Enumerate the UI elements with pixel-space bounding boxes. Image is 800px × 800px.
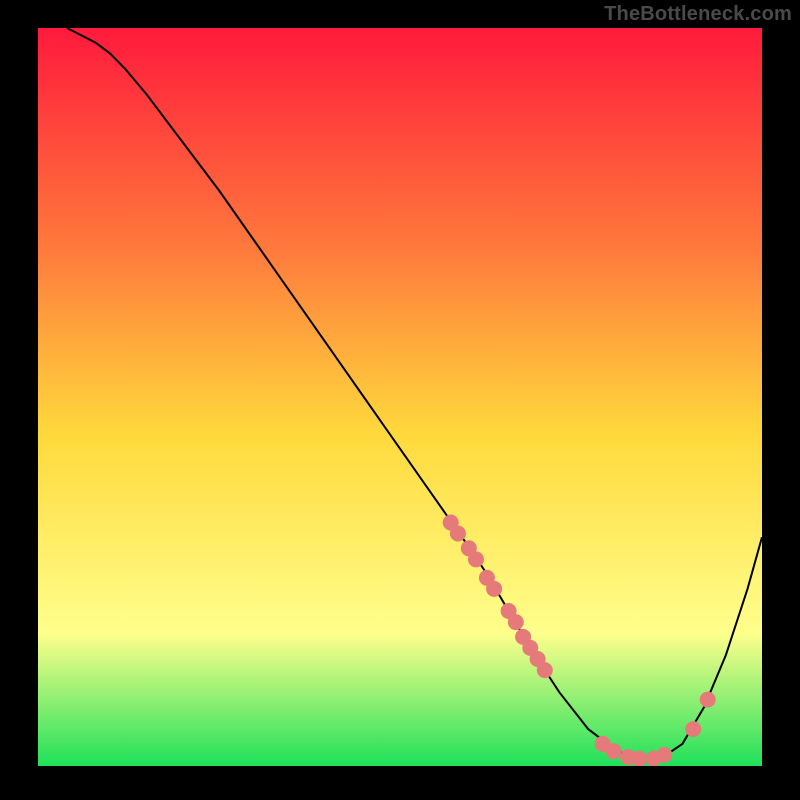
chart-marker [606,743,622,759]
chart-marker [537,662,553,678]
bottleneck-plot [38,28,762,766]
chart-marker [700,692,716,708]
watermark-text: TheBottleneck.com [604,3,792,26]
plot-svg [38,28,762,766]
chart-marker [685,721,701,737]
gradient-bg [38,28,762,766]
chart-marker [450,526,466,542]
chart-marker [486,581,502,597]
chart-marker [631,751,647,766]
chart-marker [468,551,484,567]
chart-marker [508,614,524,630]
chart-frame: TheBottleneck.com [0,0,800,800]
chart-marker [656,747,672,763]
